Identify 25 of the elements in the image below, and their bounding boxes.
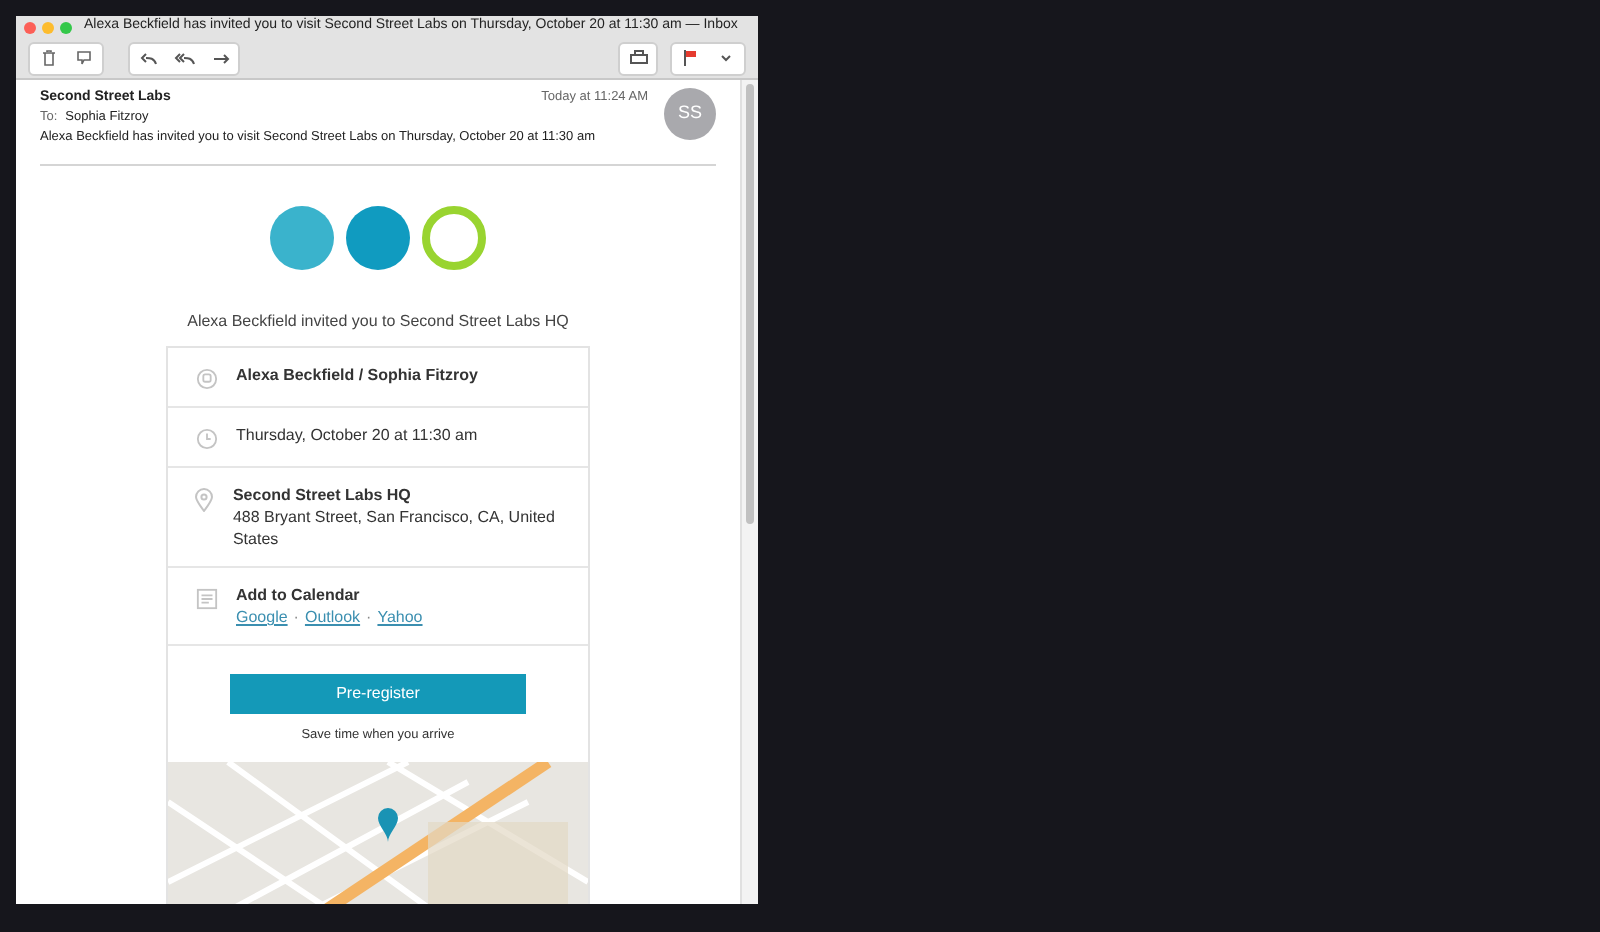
flag-icon	[684, 50, 696, 66]
detail-text: 488 Bryant Street, San Francisco, CA, United States	[232, 506, 557, 550]
link-separator: ·	[293, 606, 299, 628]
invite-text: Alexa Beckfield invited you to Second Street Labs HQ	[187, 310, 569, 334]
detail-title: Second Street Labs HQ	[232, 484, 413, 506]
printer-icon	[629, 50, 647, 66]
calendar-link[interactable]: Outlook	[304, 606, 361, 628]
note-icon	[195, 588, 217, 610]
clock-icon	[195, 428, 217, 450]
map-pin-icon	[194, 488, 215, 512]
trash-icon	[41, 50, 55, 66]
chevron-down-icon	[720, 54, 732, 62]
reply-all-arrow-icon	[173, 51, 195, 65]
sender-avatar: SS	[664, 88, 716, 140]
calendar-link[interactable]: Yahoo	[377, 606, 423, 628]
pre-register-button[interactable]: Pre-register	[230, 674, 526, 714]
detail-title: Alexa Beckfield / Sophia Fitzroy	[236, 364, 478, 386]
reply-arrow-icon	[139, 51, 157, 65]
detail-text: Thursday, October 20 at 11:30 am	[236, 424, 478, 446]
link-separator: ·	[366, 606, 372, 628]
detail-title: Add to Calendar	[236, 584, 362, 606]
close-button[interactable]	[24, 21, 36, 33]
person-badge-icon	[195, 368, 217, 390]
forward-arrow-icon	[211, 51, 229, 65]
calendar-link[interactable]: Google	[236, 606, 288, 628]
